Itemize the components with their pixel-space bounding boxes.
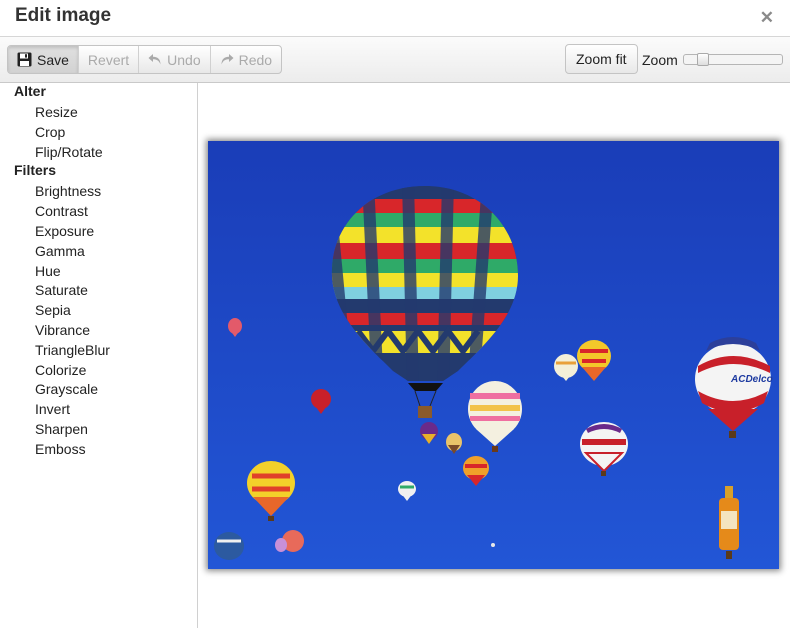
sidebar-item-hue[interactable]: Hue [0,262,197,282]
zoom-label: Zoom [642,52,678,68]
photo-preview[interactable]: ACDelco [208,141,779,569]
balloons-photo: ACDelco [208,141,779,569]
sidebar-item-grayscale[interactable]: Grayscale [0,380,197,400]
sidebar-item-crop[interactable]: Crop [0,123,197,143]
zoom-fit-button[interactable]: Zoom fit [565,44,638,74]
sidebar-item-sharpen[interactable]: Sharpen [0,420,197,440]
group-title-alter: Alter [14,83,46,99]
redo-arrow-icon [220,53,234,66]
undo-label: Undo [167,51,201,68]
zoom-slider[interactable] [683,53,783,66]
revert-label: Revert [87,51,130,68]
group-title-filters: Filters [14,162,57,179]
floppy-disk-icon [17,52,32,67]
dialog-title: Edit image [15,5,112,26]
close-icon[interactable]: ✕ [760,8,774,28]
revert-button[interactable]: Revert [79,46,140,73]
toolbar: Save Revert Undo Redo Zoom fit Zoom [0,37,790,83]
sidebar-item-saturate[interactable]: Saturate [0,281,197,301]
sidebar-item-resize[interactable]: Resize [0,103,197,123]
filter-sidebar: Alter Resize Crop Flip/Rotate Filters Br… [0,83,198,628]
edit-button-group: Save Revert Undo Redo [7,45,283,74]
image-canvas[interactable]: ACDelco [199,83,790,628]
dialog-header: Edit image ✕ [0,0,790,37]
sidebar-item-invert[interactable]: Invert [0,400,197,420]
undo-arrow-icon [148,53,162,66]
save-button[interactable]: Save [8,46,79,73]
sidebar-item-contrast[interactable]: Contrast [0,202,197,222]
balloon-brand-text: ACDelco [730,374,773,385]
zoom-slider-thumb[interactable] [697,53,709,66]
sidebar-item-flip-rotate[interactable]: Flip/Rotate [0,143,197,163]
sidebar-item-sepia[interactable]: Sepia [0,301,197,321]
sidebar-item-vibrance[interactable]: Vibrance [0,321,197,341]
redo-label: Redo [238,51,273,68]
sidebar-item-gamma[interactable]: Gamma [0,242,197,262]
save-label: Save [37,51,69,68]
sidebar-item-emboss[interactable]: Emboss [0,440,197,460]
undo-button[interactable]: Undo [139,46,211,73]
sidebar-item-brightness[interactable]: Brightness [0,182,197,202]
redo-button[interactable]: Redo [211,46,281,73]
sidebar-item-triangleblur[interactable]: TriangleBlur [0,341,197,361]
sidebar-item-colorize[interactable]: Colorize [0,361,197,381]
sidebar-item-exposure[interactable]: Exposure [0,222,197,242]
